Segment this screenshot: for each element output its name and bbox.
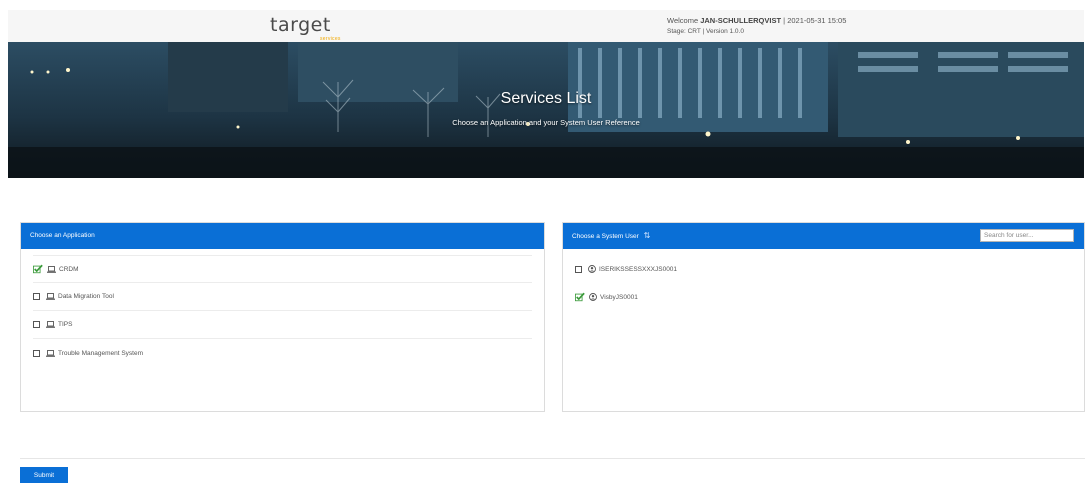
hero-banner: Services List Choose an Application and …	[8, 42, 1084, 178]
application-item-data-migration-tool[interactable]: Data Migration Tool	[33, 283, 532, 311]
welcome-text: Welcome JAN-SCHULLERQVIST | 2021-05-31 1…	[667, 15, 846, 26]
checkbox-icon[interactable]	[33, 321, 40, 328]
laptop-icon	[46, 349, 55, 357]
system-user-item-iseriks[interactable]: ISERIKSSESSXXXJS0001	[575, 255, 1072, 283]
stage-version: Stage: CRT | Version 1.0.0	[667, 28, 744, 35]
laptop-icon	[46, 293, 55, 300]
user-icon	[588, 265, 596, 273]
checkbox-icon[interactable]	[33, 293, 40, 300]
checkbox-icon[interactable]	[33, 349, 40, 357]
application-label: CRDM	[59, 265, 79, 273]
application-item-trouble-management-system[interactable]: Trouble Management System	[33, 339, 532, 367]
top-header: target services Welcome JAN-SCHULLERQVIS…	[8, 10, 1084, 43]
user-search-input[interactable]	[980, 229, 1074, 242]
application-item-crdm[interactable]: CRDM	[33, 255, 532, 283]
applications-panel: Choose an Application CRDM Data Migratio…	[20, 222, 545, 412]
session-datetime: | 2021-05-31 15:05	[783, 16, 847, 25]
welcome-prefix: Welcome	[667, 16, 699, 25]
sort-icon[interactable]: ⇅	[644, 223, 651, 249]
system-users-panel: Choose a System User ⇅ ISERIKSSESSXXXJS0…	[562, 222, 1085, 412]
applications-header: Choose an Application	[21, 223, 544, 249]
city-night-background	[8, 42, 1084, 178]
system-users-title: Choose a System User	[572, 233, 639, 240]
system-user-label: ISERIKSSESSXXXJS0001	[599, 265, 678, 273]
applications-title: Choose an Application	[30, 232, 95, 239]
system-users-list: ISERIKSSESSXXXJS0001 VisbyJS0001	[563, 249, 1084, 311]
system-user-label: VisbyJS0001	[600, 293, 638, 301]
checkbox-checked-icon[interactable]	[33, 264, 43, 274]
applications-list: CRDM Data Migration Tool TIPS Trouble Ma…	[21, 249, 544, 367]
footer-divider	[20, 458, 1085, 459]
checkbox-icon[interactable]	[575, 265, 582, 273]
application-label: Trouble Management System	[58, 349, 144, 357]
application-label: Data Migration Tool	[58, 293, 114, 300]
user-icon	[589, 293, 597, 301]
page-title: Services List	[500, 90, 592, 107]
page-subtitle: Choose an Application and your System Us…	[452, 118, 640, 127]
user-name: JAN-SCHULLERQVIST	[700, 16, 782, 25]
target-logo: target	[270, 14, 331, 36]
laptop-icon	[46, 321, 55, 328]
application-item-tips[interactable]: TIPS	[33, 311, 532, 339]
checkbox-checked-icon[interactable]	[575, 292, 585, 302]
system-user-item-visby[interactable]: VisbyJS0001	[575, 283, 1072, 311]
laptop-icon	[47, 265, 56, 273]
system-users-header: Choose a System User ⇅	[563, 223, 1084, 249]
application-label: TIPS	[58, 321, 73, 328]
